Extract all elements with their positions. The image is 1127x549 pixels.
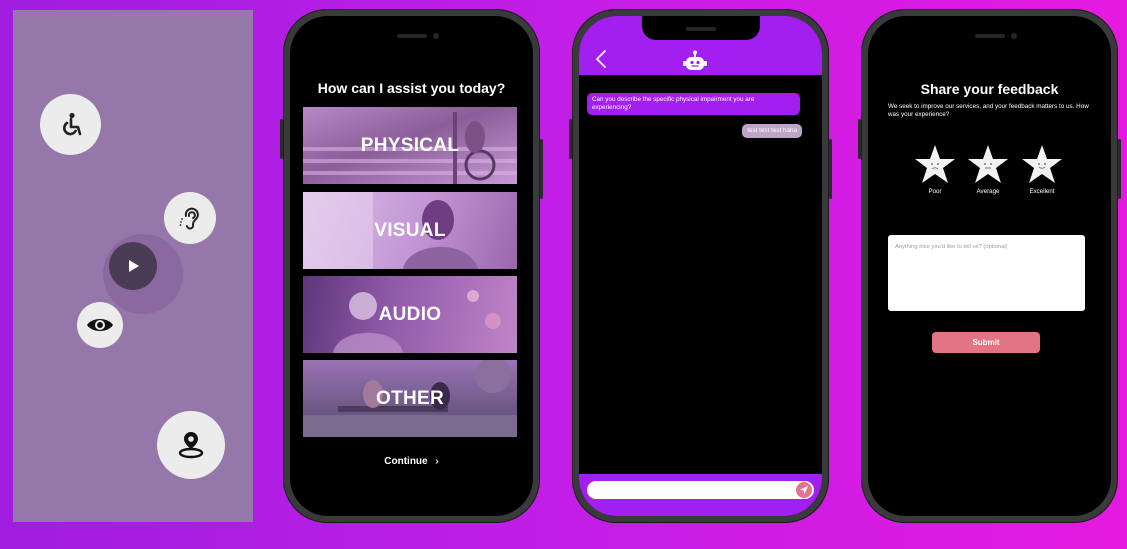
rating-label: Average [976,188,1000,195]
chat-header [579,16,822,75]
category-audio[interactable]: AUDIO [303,276,517,353]
phone-assist: How can I assist you today? PHYSICAL VIS… [280,9,543,523]
submit-button[interactable]: Submit [932,332,1040,353]
speaker [396,34,427,38]
phone-feedback: Share your feedback We seek to improve o… [858,9,1121,523]
eye-button[interactable] [77,302,123,348]
user-message: test test test haha [742,124,802,138]
star-neutral-icon [968,145,1008,183]
wheelchair-icon [62,112,81,135]
star-sad-icon [915,145,955,183]
message-input[interactable] [587,481,814,499]
rating-label: Poor [928,188,942,195]
rating-poor[interactable]: Poor [913,144,957,195]
play-icon [129,260,139,272]
category-label: PHYSICAL [360,134,460,156]
eye-icon [87,319,113,331]
notch [641,16,760,40]
category-other[interactable]: OTHER [303,360,517,437]
rating-average[interactable]: Average [966,144,1010,195]
robot-icon [683,50,707,70]
chat-footer [579,474,822,516]
chat-screen: Can you describe the specific physical i… [579,16,822,516]
category-visual[interactable]: VISUAL [303,192,517,269]
rating-excellent[interactable]: Excellent [1020,144,1064,195]
star-happy-icon [1022,145,1062,183]
assist-screen: How can I assist you today? PHYSICAL VIS… [290,16,533,516]
page-title: Share your feedback [920,81,1059,97]
location-button[interactable] [157,411,225,479]
accessibility-panel [13,10,253,522]
chevron-right-icon: › [435,456,439,467]
category-label: OTHER [376,387,444,409]
location-pin-icon [178,432,204,459]
feedback-screen: Share your feedback We seek to improve o… [868,16,1111,516]
hearing-button[interactable] [164,192,216,244]
continue-button[interactable]: Continue › [290,456,533,467]
wheelchair-button[interactable] [40,94,101,155]
bot-message: Can you describe the specific physical i… [587,93,800,115]
feedback-comment-field[interactable]: Anything else you'd like to tell us? (op… [888,235,1085,311]
phone-chat: Can you describe the specific physical i… [569,9,832,523]
hearing-icon [179,207,199,230]
send-button[interactable] [796,482,812,498]
play-button[interactable] [109,242,157,290]
category-label: VISUAL [374,219,446,241]
back-icon[interactable] [595,50,607,68]
speaker [974,34,1005,38]
category-label: AUDIO [378,303,442,325]
category-physical[interactable]: PHYSICAL [303,107,517,184]
comment-placeholder: Anything else you'd like to tell us? (op… [895,244,1008,250]
feedback-description: We seek to improve our services, and you… [888,103,1089,118]
continue-label: Continue [384,456,428,467]
send-icon [800,486,808,494]
page-title: How can I assist you today? [317,80,506,96]
rating-label: Excellent [1029,188,1055,195]
